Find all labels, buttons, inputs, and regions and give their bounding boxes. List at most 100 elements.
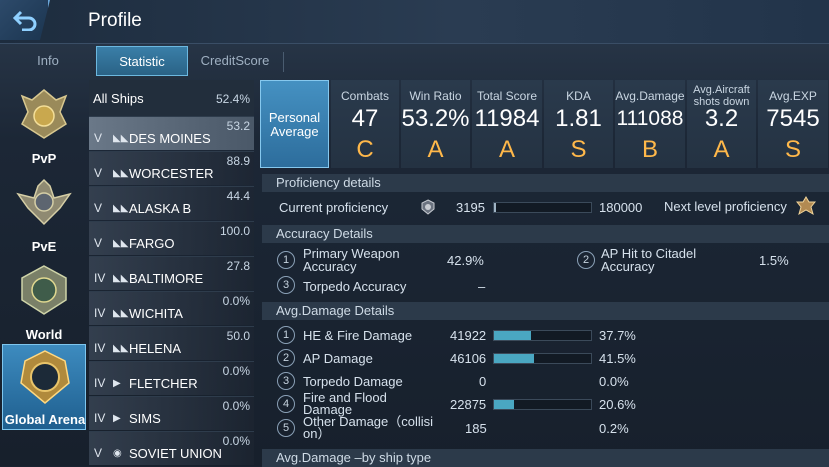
ship-row[interactable]: IV ◣◣ HELENA 50.0	[89, 326, 254, 360]
ship-class-icon: ◉	[113, 448, 122, 459]
ship-name: HELENA	[129, 341, 182, 356]
damage-index: 2	[277, 349, 295, 367]
accuracy-index: 1	[277, 251, 295, 269]
stat-value: 11984	[474, 105, 540, 132]
ship-row[interactable]: IV ▶ SIMS 0.0%	[89, 396, 254, 430]
stat-grade: A	[498, 136, 515, 163]
damage-value: 185	[465, 421, 487, 436]
next-level-badge-icon	[796, 196, 816, 216]
stat-grade: A	[427, 136, 444, 163]
stat-card-avg-damage: Avg.Damage 111088 B	[615, 80, 685, 168]
accuracy-value: 42.9%	[447, 253, 484, 268]
all-ships-label: All Ships	[93, 91, 144, 106]
ship-class-icon: ◣◣	[113, 238, 129, 249]
ship-row[interactable]: IV ◣◣ WICHITA 0.0%	[89, 291, 254, 325]
stat-label: Total Score	[476, 89, 538, 103]
proficiency-max-value: 180000	[599, 200, 643, 215]
stat-grade: A	[713, 136, 730, 163]
damage-bar	[493, 399, 592, 410]
ship-class-icon: ▶	[113, 413, 121, 424]
global-arena-emblem-icon	[20, 350, 70, 404]
ship-list: All Ships 52.4% V ◣◣ DES MOINES 53.2 V ◣◣ WOR…	[89, 80, 254, 466]
damage-value: 22875	[450, 397, 487, 412]
personal-label-line1: Personal	[268, 110, 321, 125]
damage-label: AP Damage	[303, 351, 373, 366]
ship-class-icon: ◣◣	[113, 343, 129, 354]
stat-card-avg-exp: Avg.EXP 7545 S	[758, 80, 828, 168]
stat-value: 53.2%	[401, 105, 470, 132]
ship-row[interactable]: V ◉ SOVIET UNION 0.0%	[89, 431, 254, 465]
ship-value: 0.0%	[222, 399, 250, 413]
ship-row[interactable]: V ◣◣ ALASKA B 44.4	[89, 186, 254, 220]
all-ships-row[interactable]: All Ships 52.4%	[89, 80, 254, 116]
damage-percent: 37.7%	[599, 328, 636, 343]
stat-card-win-ratio: Win Ratio 53.2% A	[401, 80, 470, 168]
ship-name: BALTIMORE	[129, 271, 204, 286]
accuracy-label-line2: Accuracy	[303, 259, 357, 274]
stat-card-combats: Combats 47 C	[331, 80, 399, 168]
damage-value: 41922	[450, 328, 487, 343]
ship-value: 100.0	[219, 224, 250, 238]
mode-label: World	[25, 327, 63, 342]
stat-label: Avg.EXP	[769, 89, 817, 103]
mode-world[interactable]: World	[2, 258, 86, 344]
ship-row[interactable]: IV ◣◣ BALTIMORE 27.8	[89, 256, 254, 290]
damage-label: Torpedo Damage	[303, 374, 403, 389]
damage-value: 0	[479, 374, 487, 389]
damage-bar-fill	[494, 400, 514, 409]
stat-card-avg-aircraft: Avg.Aircraft shots down 3.2 A	[687, 80, 756, 168]
accuracy-index: 3	[277, 276, 295, 294]
damage-percent: 20.6%	[599, 397, 636, 412]
stat-value: 1.81	[555, 105, 602, 132]
stat-label: Avg.Damage	[615, 89, 685, 103]
ship-class-icon: ◣◣	[113, 308, 129, 319]
stat-grade: S	[784, 136, 801, 163]
ship-tier: V	[94, 201, 103, 215]
back-arrow-icon	[12, 10, 37, 31]
damage-percent: 0.2%	[599, 421, 629, 436]
damage-label-line2: on）	[303, 426, 331, 441]
damage-bar-fill	[494, 354, 535, 363]
ship-row[interactable]: V ◣◣ DES MOINES 53.2	[89, 116, 254, 150]
ship-tier: V	[94, 446, 103, 460]
personal-average-card[interactable]: Personal Average	[260, 80, 329, 168]
tab-divider	[283, 52, 284, 72]
ship-name: WORCESTER	[129, 166, 214, 181]
mode-pvp[interactable]: PvP	[2, 82, 86, 168]
accuracy-value: 1.5%	[759, 253, 789, 268]
ship-value: 88.9	[226, 154, 250, 168]
all-ships-value: 52.4%	[215, 92, 250, 106]
mode-global-arena[interactable]: Global Arena	[2, 344, 86, 430]
stat-label-line1: Avg.Aircraft	[693, 84, 750, 96]
proficiency-badge-icon	[421, 199, 435, 215]
ship-value: 50.0	[226, 329, 250, 343]
stat-card-kda: KDA 1.81 S	[544, 80, 613, 168]
tab-creditscore[interactable]: CreditScore	[188, 46, 282, 76]
accuracy-value: –	[478, 279, 486, 294]
accuracy-index: 2	[577, 251, 595, 269]
mode-label: Global Arena	[4, 412, 86, 427]
ship-row[interactable]: V ◣◣ WORCESTER 88.9	[89, 151, 254, 185]
mode-label: PvE	[31, 239, 57, 254]
current-proficiency-label: Current proficiency	[279, 200, 389, 215]
ship-tier: V	[94, 236, 103, 250]
damage-bar-fill	[494, 331, 531, 340]
ship-tier: IV	[94, 306, 106, 320]
back-button[interactable]	[0, 0, 50, 40]
mode-pve[interactable]: PvE	[2, 170, 86, 256]
ship-row[interactable]: V ◣◣ FARGO 100.0	[89, 221, 254, 255]
damage-by-ship-type-header: Avg.Damage –by ship type	[262, 449, 829, 467]
ship-name: WICHITA	[129, 306, 183, 321]
ship-row[interactable]: IV ▶ FLETCHER 0.0%	[89, 361, 254, 395]
tab-bar: Info Statistic CreditScore	[0, 46, 829, 76]
world-emblem-icon	[21, 265, 67, 315]
ship-tier: IV	[94, 411, 106, 425]
pve-emblem-icon	[16, 178, 72, 226]
stat-value: 47	[351, 105, 379, 132]
tab-statistic[interactable]: Statistic	[96, 46, 188, 76]
proficiency-progress-fill	[494, 203, 496, 212]
damage-label: HE & Fire Damage	[303, 328, 413, 343]
tab-info[interactable]: Info	[0, 46, 96, 76]
header-bar: Profile	[0, 0, 829, 44]
next-level-proficiency-label: Next level proficiency	[664, 199, 787, 214]
